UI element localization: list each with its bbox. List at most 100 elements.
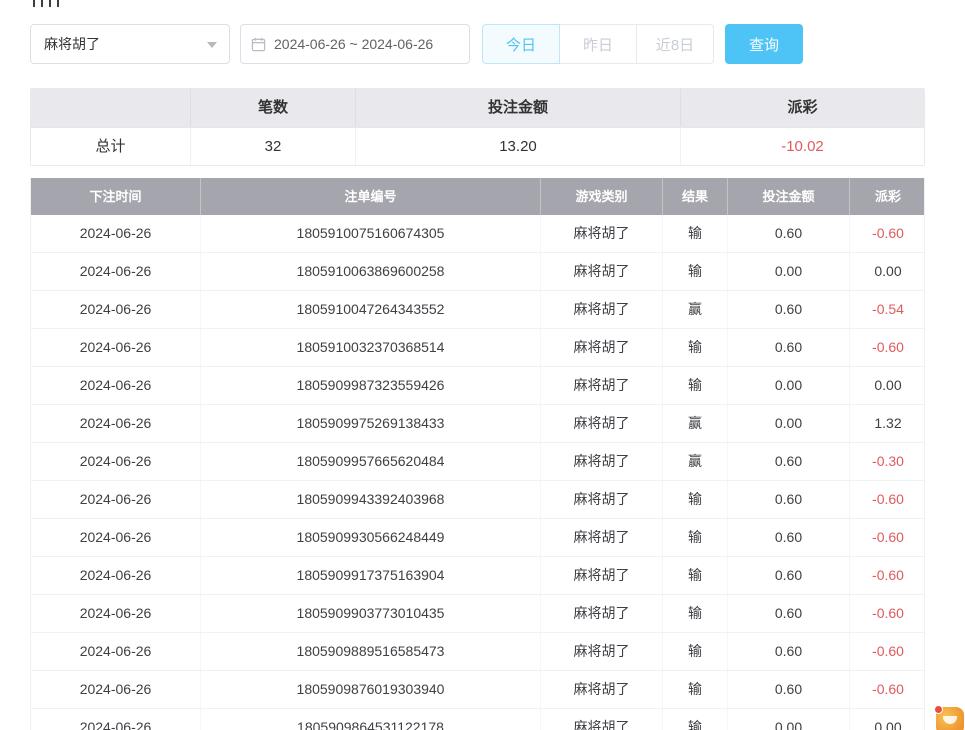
cell-bet-amount: 0.60 <box>727 443 849 480</box>
summary-payout-value: -10.02 <box>680 127 924 165</box>
cell-bet-time: 2024-06-26 <box>31 595 200 632</box>
summary-header-payout: 派彩 <box>680 89 924 127</box>
table-row: 2024-06-26 1805909889516585473 麻将胡了 输 0.… <box>31 633 924 671</box>
cell-game-type: 麻将胡了 <box>540 367 662 404</box>
date-range-value: 2024-06-26 ~ 2024-06-26 <box>274 36 433 52</box>
cell-game-type: 麻将胡了 <box>540 291 662 328</box>
summary-bet-amount-value: 13.20 <box>355 127 680 165</box>
summary-header-blank <box>31 89 190 127</box>
cell-order-id: 1805909889516585473 <box>200 633 540 670</box>
cell-bet-amount: 0.60 <box>727 329 849 366</box>
cell-order-id: 1805910047264343552 <box>200 291 540 328</box>
header-payout: 派彩 <box>849 178 926 215</box>
cell-payout: -0.54 <box>849 291 926 328</box>
today-button[interactable]: 今日 <box>482 24 560 64</box>
table-row: 2024-06-26 1805909876019303940 麻将胡了 输 0.… <box>31 671 924 709</box>
cell-bet-amount: 0.00 <box>727 709 849 730</box>
cell-payout: -0.60 <box>849 481 926 518</box>
cell-bet-time: 2024-06-26 <box>31 291 200 328</box>
cell-result: 赢 <box>662 405 727 442</box>
yesterday-button[interactable]: 昨日 <box>559 24 637 64</box>
summary-total-row: 总计 32 13.20 -10.02 <box>31 127 924 165</box>
table-row: 2024-06-26 1805910047264343552 麻将胡了 赢 0.… <box>31 291 924 329</box>
cell-bet-time: 2024-06-26 <box>31 367 200 404</box>
cell-result: 输 <box>662 481 727 518</box>
cell-bet-time: 2024-06-26 <box>31 329 200 366</box>
cell-bet-amount: 0.60 <box>727 215 849 252</box>
floating-service-icon[interactable] <box>936 707 964 730</box>
cell-payout: -0.30 <box>849 443 926 480</box>
cell-order-id: 1805909917375163904 <box>200 557 540 594</box>
cell-bet-amount: 0.60 <box>727 557 849 594</box>
cell-bet-time: 2024-06-26 <box>31 253 200 290</box>
quick-range-group: 今日 昨日 近8日 <box>482 24 714 64</box>
cell-order-id: 1805909903773010435 <box>200 595 540 632</box>
clipped-header-text <box>33 0 59 7</box>
cell-bet-time: 2024-06-26 <box>31 671 200 708</box>
cell-game-type: 麻将胡了 <box>540 709 662 730</box>
summary-header-bet-amount: 投注金额 <box>355 89 680 127</box>
cell-payout: -0.60 <box>849 671 926 708</box>
cell-order-id: 1805910063869600258 <box>200 253 540 290</box>
date-range-picker[interactable]: 2024-06-26 ~ 2024-06-26 <box>240 24 470 64</box>
table-row: 2024-06-26 1805910032370368514 麻将胡了 输 0.… <box>31 329 924 367</box>
filter-toolbar: 麻将胡了 2024-06-26 ~ 2024-06-26 今日 昨日 近8日 查… <box>30 24 803 64</box>
notification-dot <box>934 705 943 714</box>
cell-payout: 0.00 <box>849 709 926 730</box>
table-row: 2024-06-26 1805909975269138433 麻将胡了 赢 0.… <box>31 405 924 443</box>
cell-bet-time: 2024-06-26 <box>31 557 200 594</box>
cell-result: 输 <box>662 671 727 708</box>
cell-game-type: 麻将胡了 <box>540 595 662 632</box>
cell-payout: -0.60 <box>849 215 926 252</box>
summary-count-value: 32 <box>190 127 355 165</box>
table-row: 2024-06-26 1805909943392403968 麻将胡了 输 0.… <box>31 481 924 519</box>
cell-bet-amount: 0.60 <box>727 291 849 328</box>
cell-bet-amount: 0.60 <box>727 633 849 670</box>
cell-game-type: 麻将胡了 <box>540 253 662 290</box>
cell-payout: 1.32 <box>849 405 926 442</box>
summary-table: 笔数 投注金额 派彩 总计 32 13.20 -10.02 <box>30 88 925 166</box>
query-button[interactable]: 查询 <box>725 24 803 64</box>
cell-result: 输 <box>662 215 727 252</box>
cell-game-type: 麻将胡了 <box>540 519 662 556</box>
cell-payout: 0.00 <box>849 253 926 290</box>
cell-payout: -0.60 <box>849 633 926 670</box>
header-game-type: 游戏类别 <box>540 178 662 215</box>
cell-bet-time: 2024-06-26 <box>31 481 200 518</box>
cell-result: 输 <box>662 633 727 670</box>
cell-bet-amount: 0.60 <box>727 519 849 556</box>
table-row: 2024-06-26 1805909917375163904 麻将胡了 输 0.… <box>31 557 924 595</box>
bet-records-table: 下注时间 注单编号 游戏类别 结果 投注金额 派彩 2024-06-26 180… <box>30 178 925 730</box>
cell-payout: 0.00 <box>849 367 926 404</box>
cell-result: 输 <box>662 557 727 594</box>
table-row: 2024-06-26 1805909930566248449 麻将胡了 输 0.… <box>31 519 924 557</box>
cell-game-type: 麻将胡了 <box>540 481 662 518</box>
cell-order-id: 1805909864531122178 <box>200 709 540 730</box>
cell-bet-time: 2024-06-26 <box>31 405 200 442</box>
cell-bet-time: 2024-06-26 <box>31 519 200 556</box>
betting-records-page: 麻将胡了 2024-06-26 ~ 2024-06-26 今日 昨日 近8日 查… <box>0 0 965 730</box>
table-row: 2024-06-26 1805910063869600258 麻将胡了 输 0.… <box>31 253 924 291</box>
game-select[interactable]: 麻将胡了 <box>30 24 230 64</box>
cell-game-type: 麻将胡了 <box>540 557 662 594</box>
summary-header-row: 笔数 投注金额 派彩 <box>31 89 924 127</box>
cell-payout: -0.60 <box>849 557 926 594</box>
cell-result: 赢 <box>662 443 727 480</box>
header-bet-amount: 投注金额 <box>727 178 849 215</box>
cell-bet-amount: 0.00 <box>727 253 849 290</box>
table-row: 2024-06-26 1805909957665620484 麻将胡了 赢 0.… <box>31 443 924 481</box>
summary-header-count: 笔数 <box>190 89 355 127</box>
bet-table-header-row: 下注时间 注单编号 游戏类别 结果 投注金额 派彩 <box>31 178 924 215</box>
cell-order-id: 1805910075160674305 <box>200 215 540 252</box>
calendar-icon <box>251 37 266 52</box>
cell-result: 输 <box>662 253 727 290</box>
last-8-days-button[interactable]: 近8日 <box>636 24 714 64</box>
cell-game-type: 麻将胡了 <box>540 405 662 442</box>
cell-game-type: 麻将胡了 <box>540 443 662 480</box>
cell-result: 输 <box>662 709 727 730</box>
cell-result: 赢 <box>662 291 727 328</box>
cell-result: 输 <box>662 329 727 366</box>
chevron-down-icon <box>207 42 217 48</box>
cell-game-type: 麻将胡了 <box>540 215 662 252</box>
header-result: 结果 <box>662 178 727 215</box>
